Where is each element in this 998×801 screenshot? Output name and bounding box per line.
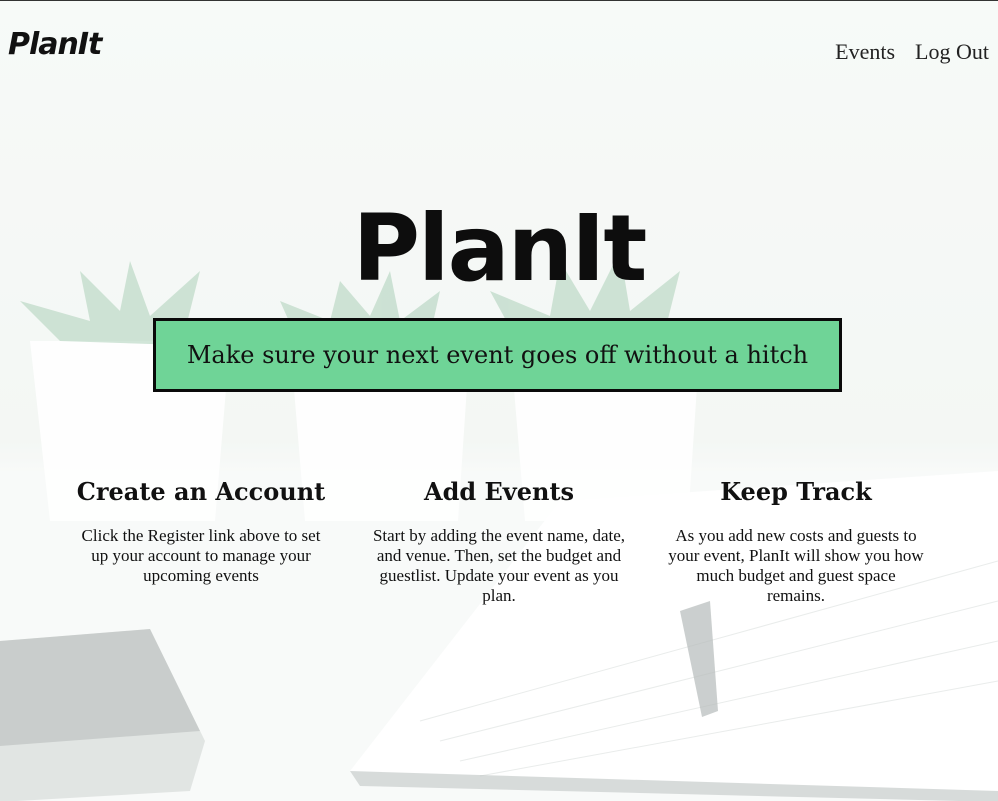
feature-description: Click the Register link above to set up … [81, 526, 321, 585]
feature-keep-track: Keep Track As you add new costs and gues… [666, 477, 926, 606]
feature-add-events: Add Events Start by adding the event nam… [369, 477, 629, 606]
feature-create-account: Create an Account Click the Register lin… [71, 477, 331, 586]
feature-heading: Create an Account [76, 477, 326, 506]
background-overlay [0, 1, 998, 801]
feature-description: As you add new costs and guests to your … [668, 526, 924, 605]
feature-heading: Keep Track [720, 477, 872, 506]
hero-title: PlanIt [352, 194, 648, 302]
feature-heading: Add Events [423, 477, 575, 506]
tagline-text: Make sure your next event goes off witho… [186, 341, 809, 369]
nav-link-events[interactable]: Events [835, 39, 895, 65]
feature-description: Start by adding the event name, date, an… [372, 526, 626, 605]
top-nav: Events Log Out [835, 39, 989, 65]
tagline-banner: Make sure your next event goes off witho… [153, 318, 842, 392]
nav-link-log-out[interactable]: Log Out [915, 39, 989, 65]
nav-logo[interactable]: PlanIt [8, 27, 102, 62]
